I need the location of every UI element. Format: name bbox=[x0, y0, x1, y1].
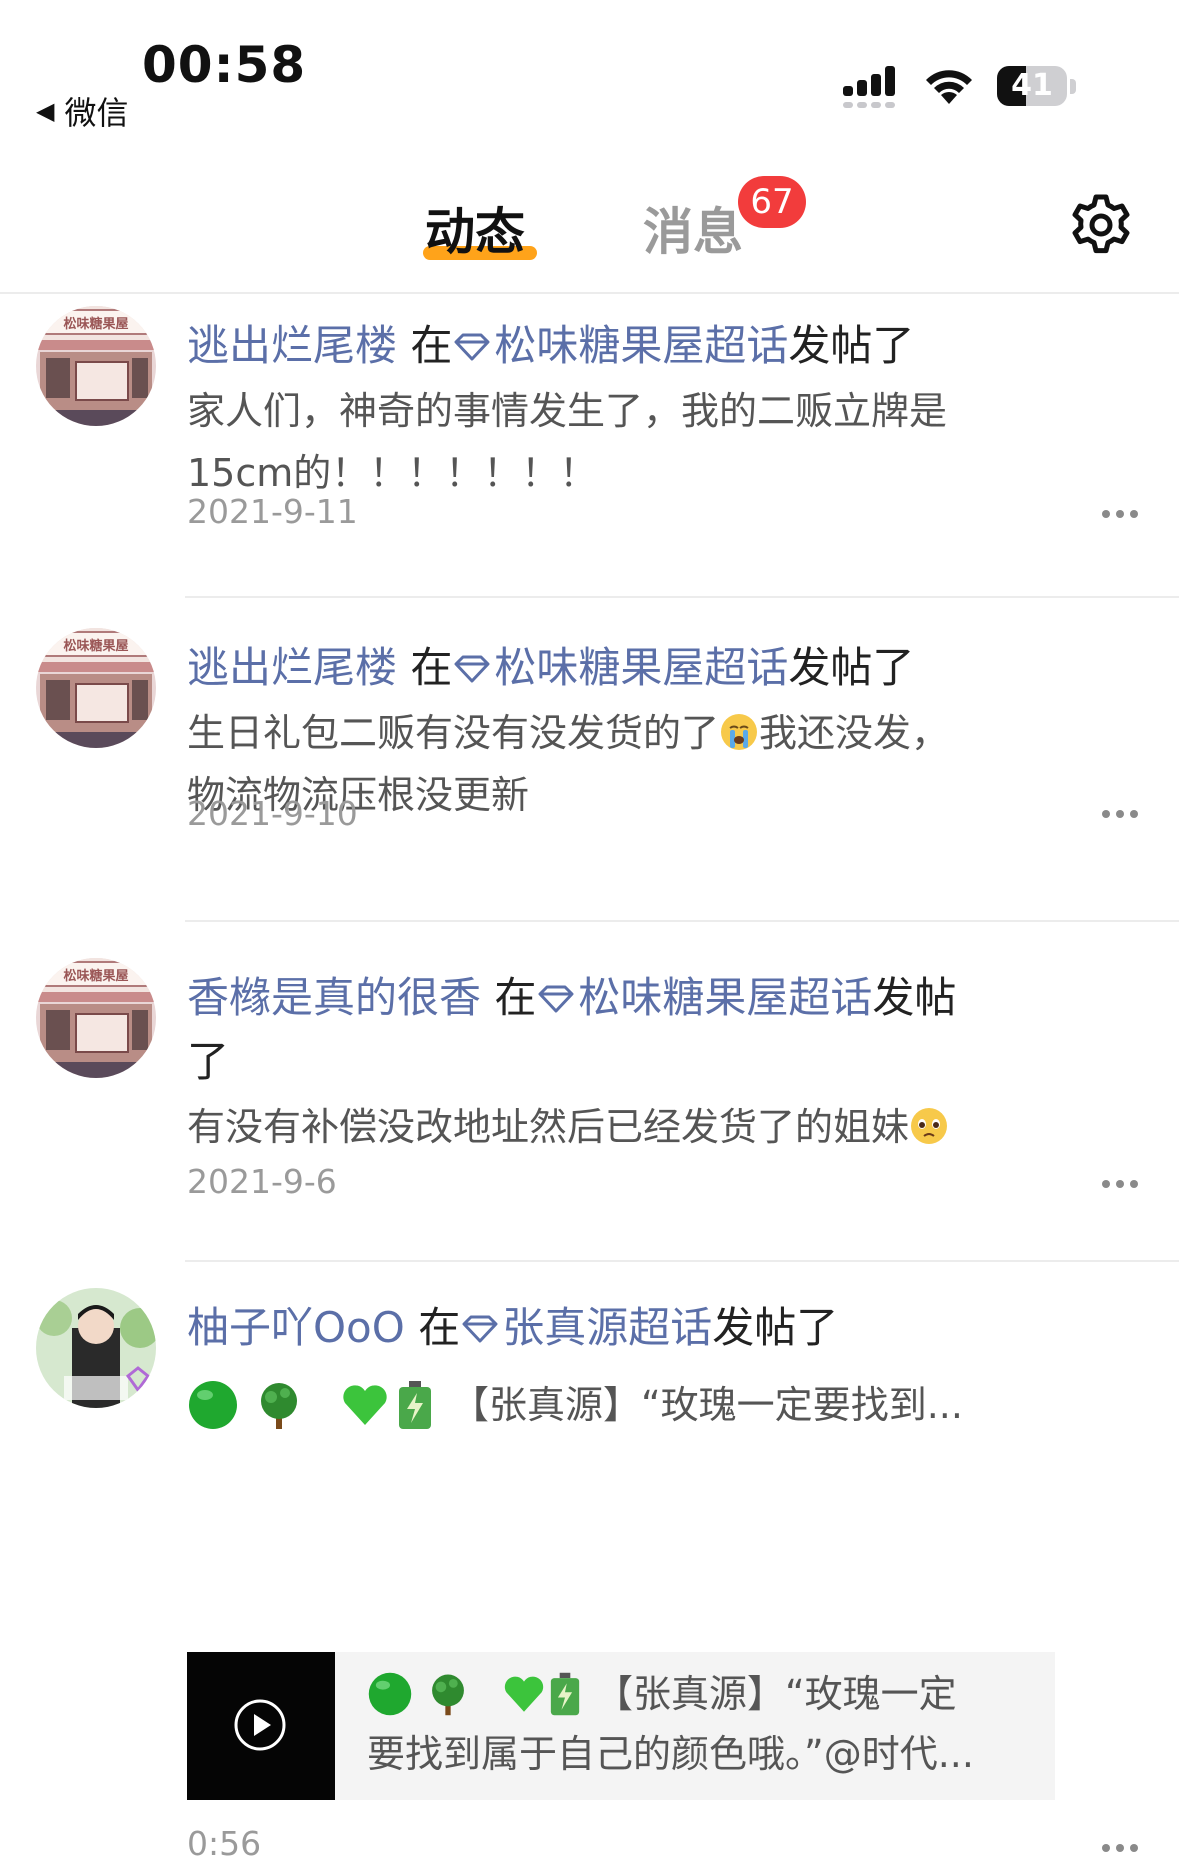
post-body-line: 我还没发， bbox=[759, 711, 950, 755]
diamond-icon bbox=[454, 333, 490, 361]
post-body[interactable]: 【张真源】“玫瑰一定要找到... bbox=[187, 1374, 1047, 1436]
green-heart-emoji-icon bbox=[343, 1385, 387, 1425]
post-date: 0:56 bbox=[187, 1824, 262, 1863]
wifi-icon bbox=[926, 70, 972, 104]
back-triangle-icon: ◀ bbox=[36, 97, 55, 125]
more-options-icon[interactable] bbox=[1102, 810, 1138, 822]
play-icon[interactable] bbox=[233, 1698, 287, 1752]
post-topic-link[interactable]: 松味糖果屋超话 bbox=[494, 643, 788, 692]
feed-post[interactable]: 松味糖果屋 逃出烂尾楼 在松味糖果屋超话发帖了 生日礼包二贩有没有没发货的了 我还… bbox=[0, 624, 1179, 934]
status-time: 00:58 bbox=[142, 36, 307, 94]
post-username[interactable]: 柚子吖OoO bbox=[187, 1303, 405, 1352]
feed-post[interactable]: 柚子吖OoO 在张真源超话发帖了 【张真源】“玫瑰一定要找到... 【张真源】“… bbox=[0, 1284, 1179, 1863]
svg-text:松味糖果屋: 松味糖果屋 bbox=[63, 968, 128, 984]
more-options-icon[interactable] bbox=[1102, 1844, 1138, 1856]
svg-text:松味糖果屋: 松味糖果屋 bbox=[63, 316, 128, 332]
post-prefix: 在 bbox=[494, 973, 537, 1022]
status-bar: 00:58 ◀ 微信 41 bbox=[0, 0, 1179, 132]
post-headline: 逃出烂尾楼 在松味糖果屋超话发帖了 bbox=[187, 314, 1047, 378]
divider bbox=[185, 920, 1179, 922]
unread-badge: 67 bbox=[738, 176, 806, 228]
tree-emoji-icon bbox=[261, 1383, 297, 1429]
tab-dongtai[interactable]: 动态 bbox=[423, 192, 537, 264]
battery-emoji-icon bbox=[399, 1381, 431, 1429]
tree-emoji-icon bbox=[432, 1674, 464, 1716]
avatar[interactable]: 松味糖果屋 bbox=[36, 628, 156, 748]
post-date: 2021-9-11 bbox=[187, 492, 358, 531]
avatar[interactable]: 松味糖果屋 bbox=[36, 306, 156, 426]
settings-gear-icon[interactable] bbox=[1068, 192, 1134, 258]
tab-xiaoxi[interactable]: 消息 bbox=[643, 192, 743, 264]
post-body-line: 【张真源】“玫瑰一定要找到... bbox=[451, 1383, 963, 1427]
post-body-line: 有没有补偿没改地址然后已经发货了的姐妹 bbox=[187, 1105, 910, 1149]
post-body[interactable]: 家人们，神奇的事情发生了，我的二贩立牌是 15cm的！！！！！！！ bbox=[187, 380, 1047, 504]
post-suffix: 发帖 bbox=[872, 973, 957, 1022]
green-heart-emoji-icon bbox=[504, 1676, 544, 1712]
post-headline: 香橼是真的很香 在松味糖果屋超话发帖 了 bbox=[187, 966, 1047, 1094]
post-body-line: 家人们，神奇的事情发生了，我的二贩立牌是 bbox=[187, 389, 948, 433]
post-topic-link[interactable]: 松味糖果屋超话 bbox=[578, 973, 872, 1022]
post-suffix: 发帖了 bbox=[712, 1303, 839, 1352]
post-prefix: 在 bbox=[410, 321, 453, 370]
cellular-signal-icon bbox=[843, 66, 895, 108]
feed-post[interactable]: 松味糖果屋 香橼是真的很香 在松味糖果屋超话发帖 了 有没有补偿没改地址然后已经… bbox=[0, 954, 1179, 1284]
post-username[interactable]: 逃出烂尾楼 bbox=[187, 321, 397, 370]
post-topic-link[interactable]: 张真源超话 bbox=[502, 1303, 712, 1352]
back-app-label: 微信 bbox=[64, 94, 129, 132]
battery-level: 41 bbox=[1011, 68, 1053, 103]
post-username[interactable]: 逃出烂尾楼 bbox=[187, 643, 397, 692]
post-date: 2021-9-10 bbox=[187, 794, 358, 833]
post-username[interactable]: 香橼是真的很香 bbox=[187, 973, 481, 1022]
diamond-icon bbox=[538, 985, 574, 1013]
post-suffix: 发帖了 bbox=[788, 643, 915, 692]
post-headline: 逃出烂尾楼 在松味糖果屋超话发帖了 bbox=[187, 636, 1047, 700]
tab-xiaoxi-label: 消息 bbox=[643, 203, 743, 261]
video-text-line: 【张真源】“玫瑰一定 bbox=[595, 1672, 957, 1716]
post-body[interactable]: 有没有补偿没改地址然后已经发货了的姐妹 bbox=[187, 1096, 1047, 1158]
divider bbox=[185, 1260, 1179, 1262]
more-options-icon[interactable] bbox=[1102, 510, 1138, 522]
diamond-icon bbox=[454, 655, 490, 683]
video-description: 【张真源】“玫瑰一定 要找到属于自己的颜色哦。”@时代... bbox=[367, 1664, 1017, 1784]
post-suffix-wrap: 了 bbox=[187, 1037, 230, 1086]
pleading-face-emoji-icon bbox=[911, 1108, 948, 1144]
svg-text:松味糖果屋: 松味糖果屋 bbox=[63, 638, 128, 654]
more-options-icon[interactable] bbox=[1102, 1180, 1138, 1192]
post-headline: 柚子吖OoO 在张真源超话发帖了 bbox=[187, 1296, 1047, 1360]
video-card[interactable]: 【张真源】“玫瑰一定 要找到属于自己的颜色哦。”@时代... bbox=[187, 1652, 1055, 1800]
post-prefix: 在 bbox=[410, 643, 453, 692]
video-thumbnail[interactable] bbox=[187, 1652, 335, 1800]
post-date: 2021-9-6 bbox=[187, 1162, 337, 1201]
battery-emoji-icon bbox=[550, 1672, 580, 1716]
divider bbox=[185, 596, 1179, 598]
crying-face-emoji-icon bbox=[721, 714, 758, 750]
post-topic-link[interactable]: 松味糖果屋超话 bbox=[494, 321, 788, 370]
battery-icon: 41 bbox=[997, 66, 1079, 108]
post-prefix: 在 bbox=[418, 1303, 461, 1352]
post-body-line: 生日礼包二贩有没有没发货的了 bbox=[187, 711, 720, 755]
back-to-app-link[interactable]: ◀ 微信 bbox=[36, 88, 128, 134]
tab-header: 动态 消息 67 bbox=[0, 150, 1179, 294]
tab-dongtai-label: 动态 bbox=[425, 203, 525, 261]
diamond-icon bbox=[462, 1315, 498, 1343]
feed-post[interactable]: 松味糖果屋 逃出烂尾楼 在松味糖果屋超话发帖了 家人们，神奇的事情发生了，我的二… bbox=[0, 294, 1179, 604]
green-circle-emoji-icon bbox=[368, 1672, 412, 1716]
video-text-line: 要找到属于自己的颜色哦。”@时代... bbox=[367, 1732, 974, 1776]
avatar[interactable]: 松味糖果屋 bbox=[36, 958, 156, 1078]
green-circle-emoji-icon bbox=[189, 1381, 237, 1429]
post-suffix: 发帖了 bbox=[788, 321, 915, 370]
avatar[interactable] bbox=[36, 1288, 156, 1408]
